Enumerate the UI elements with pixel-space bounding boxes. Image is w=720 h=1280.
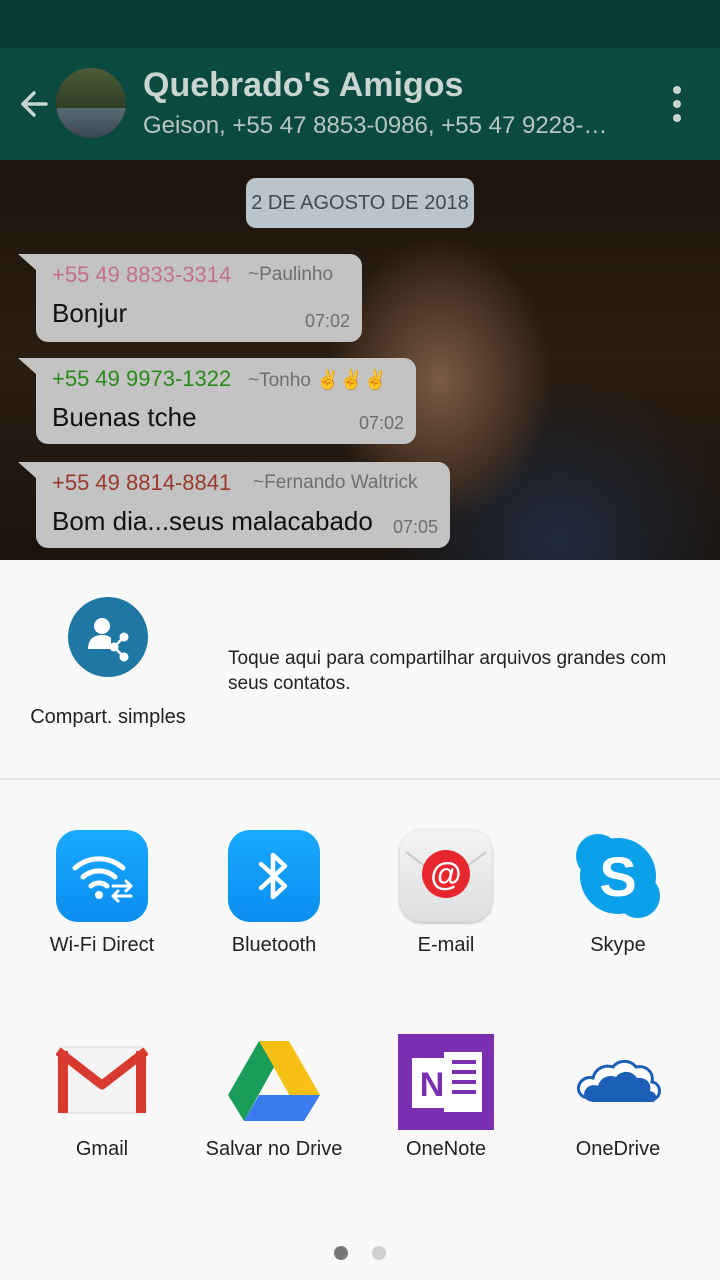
share-app-bluetooth[interactable]: Bluetooth [188,830,360,980]
gmail-icon [56,1034,148,1126]
chat-header: Quebrado's Amigos Geison, +55 47 8853-09… [0,48,720,160]
sender-nick: ~Fernando Waltrick [253,472,418,493]
share-app-label: E-mail [417,934,475,956]
share-app-label: OneDrive [575,1138,661,1160]
page-indicator [0,1246,720,1262]
sender-nick: ~Tonho ✌✌✌ [248,370,388,391]
google-drive-icon [228,1034,320,1126]
onenote-icon: N [398,1034,494,1130]
email-icon: @ [400,830,492,922]
share-app-gmail[interactable]: Gmail [16,1034,188,1184]
share-app-skype[interactable]: S Skype [532,830,704,980]
share-sheet: Compart. simples Toque aqui para compart… [0,560,720,1280]
simple-share-option[interactable]: Compart. simples Toque aqui para compart… [0,560,720,778]
message-text: Bom dia...seus malacabado [52,506,373,536]
simple-share-label: Compart. simples [30,706,186,728]
share-app-label: Bluetooth [231,934,317,956]
share-app-onenote[interactable]: N OneNote [360,1034,532,1184]
divider [0,778,720,780]
svg-text:N: N [420,1066,445,1104]
sender-phone: +55 49 8833-3314 [52,262,232,287]
sender-phone: +55 49 8814-8841 [52,470,232,495]
message-bubble[interactable]: +55 49 8833-3314 ~Paulinho Bonjur 07:02 [18,254,362,342]
message-bubble[interactable]: +55 49 9973-1322 ~Tonho ✌✌✌ Buenas tche … [18,358,416,444]
more-options-button[interactable] [660,82,694,126]
sender-phone: +55 49 9973-1322 [52,366,232,391]
share-app-label: Salvar no Drive [205,1138,343,1160]
message-time: 07:05 [392,517,438,537]
sender-nick: ~Paulinho [248,264,334,285]
message-bubble[interactable]: +55 49 8814-8841 ~Fernando Waltrick Bom … [18,462,450,548]
share-app-label: OneNote [405,1138,487,1160]
share-app-drive[interactable]: Salvar no Drive [188,1034,360,1184]
simple-share-icon [68,597,148,677]
message-time: 07:02 [358,413,404,433]
group-avatar[interactable] [56,68,126,138]
status-bar [0,0,720,48]
back-button[interactable] [12,82,56,126]
message-time: 07:02 [304,311,350,331]
page-dot[interactable] [372,1246,386,1260]
share-app-onedrive[interactable]: OneDrive [532,1034,704,1184]
simple-share-description: Toque aqui para compartilhar arquivos gr… [228,648,667,694]
share-app-email[interactable]: @ E-mail [360,830,532,980]
message-text: Bonjur [52,298,128,328]
svg-text:@: @ [430,856,461,892]
bluetooth-icon [228,830,320,922]
share-app-wifi-direct[interactable]: Wi-Fi Direct [16,830,188,980]
chat-area: 2 DE AGOSTO DE 2018 +55 49 8833-3314 ~Pa… [0,160,720,560]
message-text: Buenas tche [52,402,197,432]
page-dot-active[interactable] [334,1246,348,1260]
share-app-label: Wi-Fi Direct [49,934,155,956]
svg-text:S: S [599,845,636,908]
wifi-direct-icon [56,830,148,922]
group-members[interactable]: Geison, +55 47 8853-0986, +55 47 9228-… [143,112,633,140]
date-chip: 2 DE AGOSTO DE 2018 [246,178,474,228]
skype-icon: S [572,830,664,922]
arrow-left-icon [21,91,48,117]
share-app-label: Skype [590,934,646,956]
onedrive-icon [572,1034,664,1126]
share-app-label: Gmail [75,1138,129,1160]
group-title[interactable]: Quebrado's Amigos [143,66,463,105]
